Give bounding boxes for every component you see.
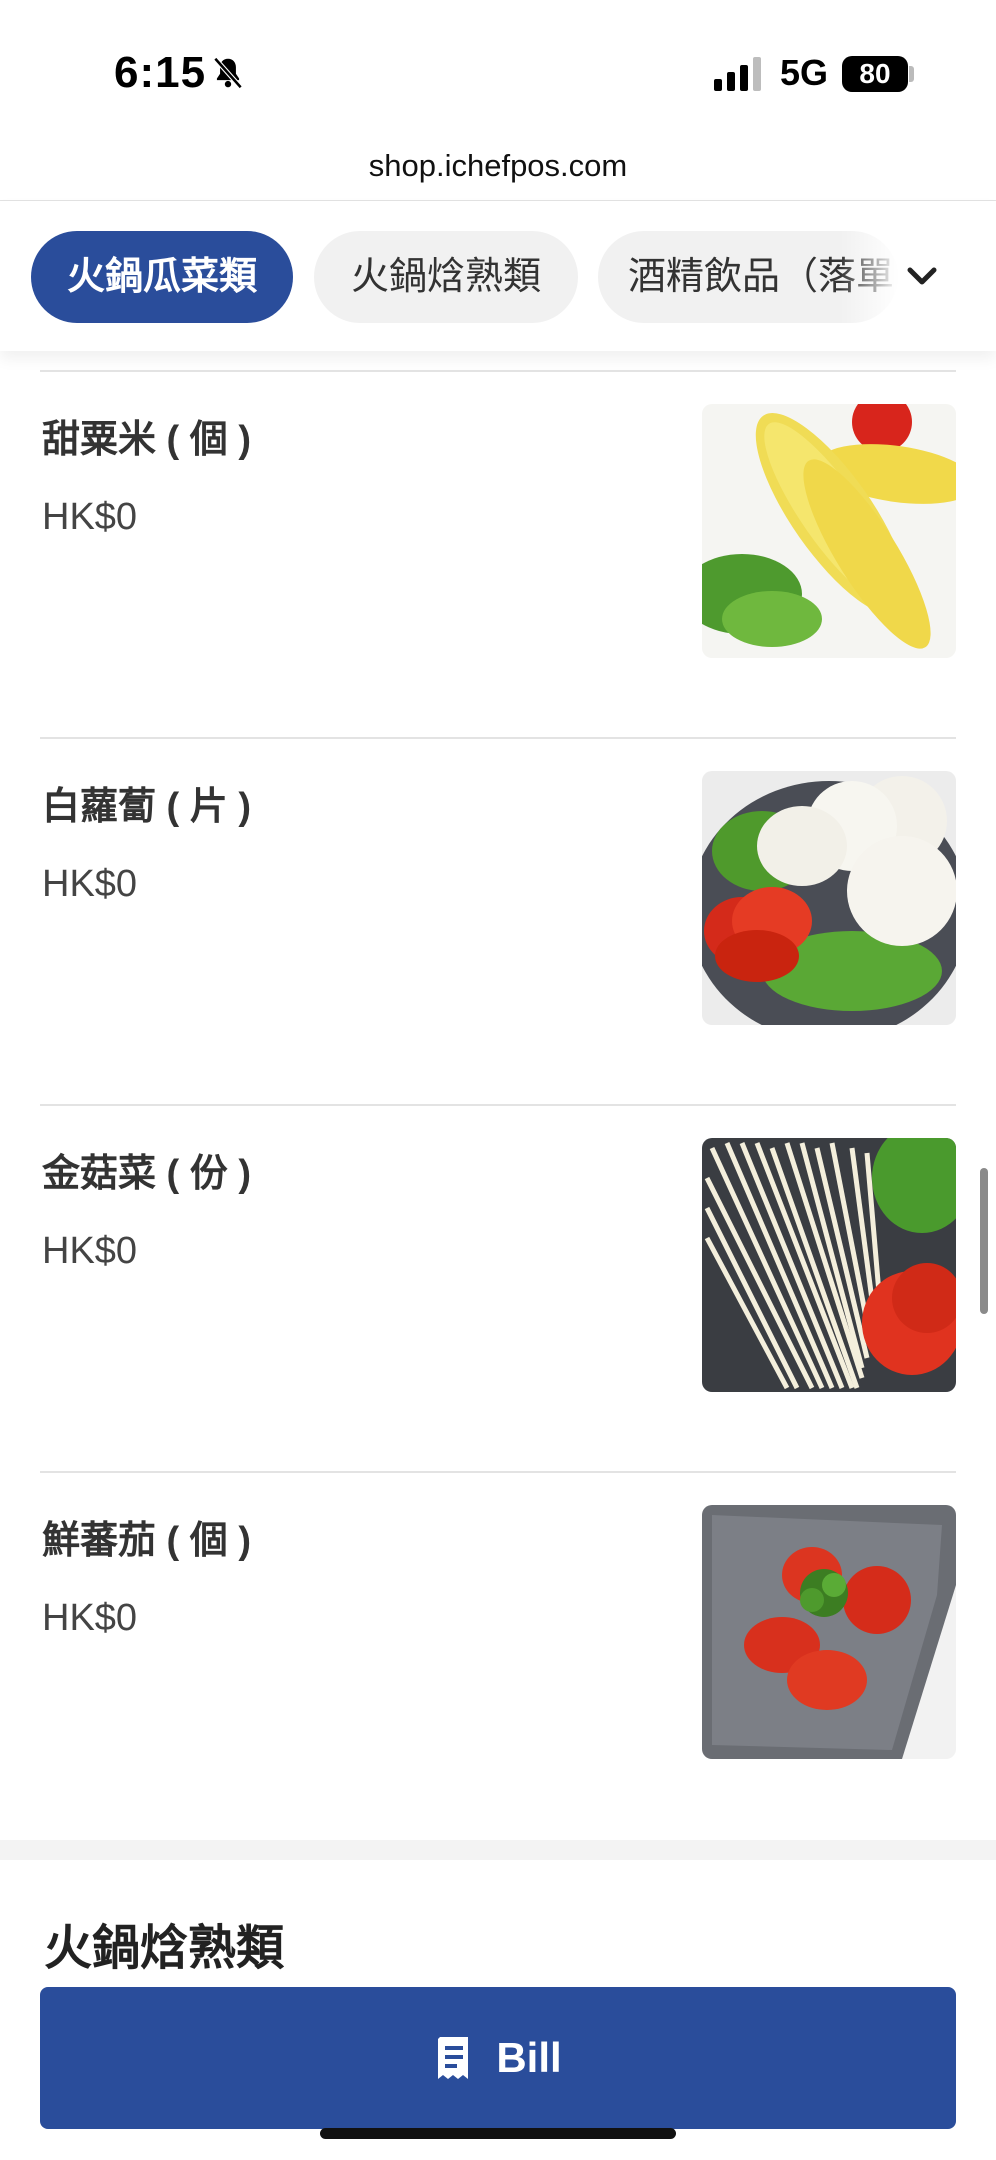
item-name: 甜粟米 ( 個 ) [42, 419, 251, 461]
menu-item[interactable]: 金菇菜 ( 份 ) HK$0 [40, 1104, 956, 1473]
menu-item[interactable]: 甜粟米 ( 個 ) HK$0 [40, 370, 956, 739]
section-divider [0, 1840, 996, 1860]
section-title: 火鍋焓熟類 [44, 1922, 285, 1975]
item-price: HK$0 [42, 496, 138, 538]
cellular-signal-icon [714, 57, 761, 91]
item-price: HK$0 [42, 863, 138, 905]
status-time: 6:15 [114, 48, 207, 97]
chip-fade [840, 231, 900, 323]
item-price: HK$0 [42, 1597, 138, 1639]
receipt-icon [438, 2037, 469, 2079]
category-chip-cooked[interactable]: 火鍋焓熟類 [314, 231, 578, 323]
item-price: HK$0 [42, 1230, 138, 1272]
bell-muted-icon [213, 57, 243, 89]
category-bar: 火鍋瓜菜類 火鍋焓熟類 酒精飲品（落單 [0, 201, 996, 351]
bill-label: Bill [496, 2034, 562, 2081]
scrollbar[interactable] [980, 1168, 988, 1314]
url-bar[interactable]: shop.ichefpos.com [0, 148, 996, 184]
item-name: 白蘿蔔 ( 片 ) [42, 786, 251, 828]
battery-icon: 80 [842, 56, 908, 92]
network-type: 5G [780, 52, 829, 93]
menu-item[interactable]: 白蘿蔔 ( 片 ) HK$0 [40, 737, 956, 1106]
battery-tip [909, 66, 914, 82]
item-image-corn[interactable] [702, 404, 956, 658]
item-name: 金菇菜 ( 份 ) [42, 1153, 251, 1195]
item-image-tomato[interactable] [702, 1505, 956, 1759]
category-chip-vegetables[interactable]: 火鍋瓜菜類 [31, 231, 293, 323]
item-image-radish[interactable] [702, 771, 956, 1025]
item-name: 鮮蕃茄 ( 個 ) [42, 1520, 251, 1562]
item-image-enoki[interactable] [702, 1138, 956, 1392]
bill-button[interactable]: Bill [40, 1987, 956, 2129]
status-bar: 6:15 5G 80 shop.ichefpos.com [0, 0, 996, 201]
menu-item[interactable]: 鮮蕃茄 ( 個 ) HK$0 [40, 1471, 956, 1840]
chevron-down-icon[interactable] [898, 253, 946, 301]
home-indicator [320, 2128, 676, 2139]
